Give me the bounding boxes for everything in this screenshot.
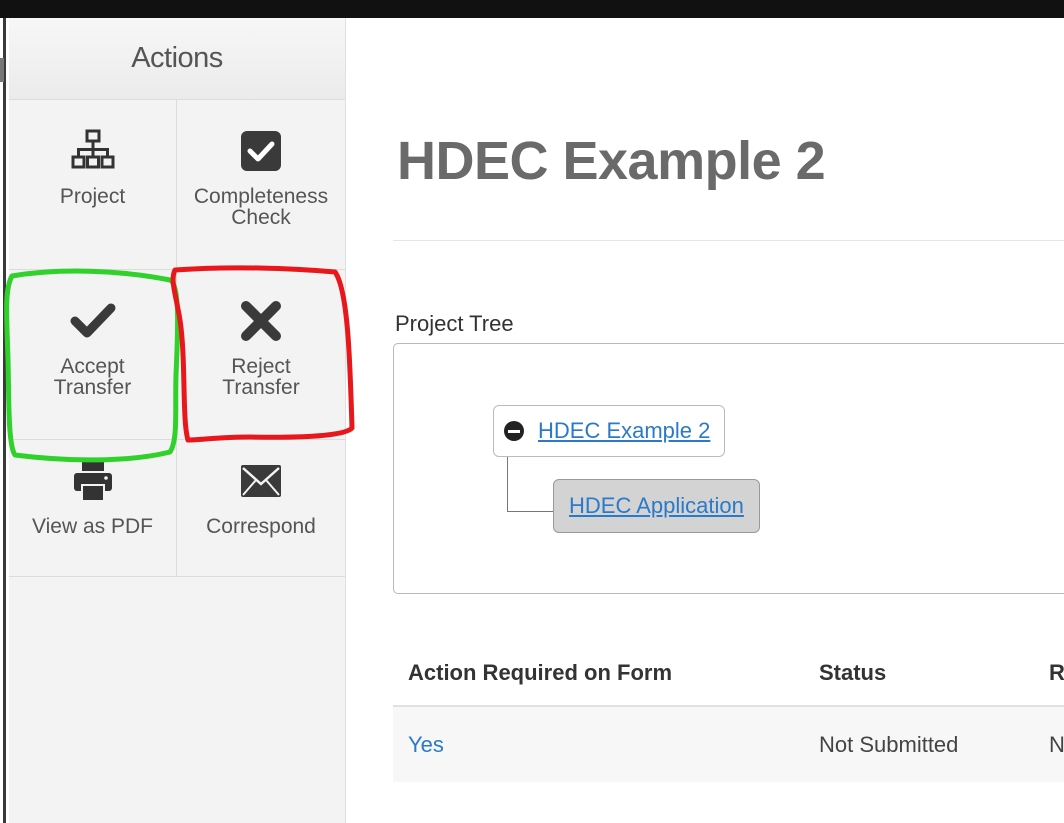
- completeness-label-line1: Completeness: [193, 185, 329, 208]
- reject-label-line2: Transfer: [222, 376, 300, 399]
- printer-icon: [70, 458, 116, 504]
- view-as-pdf-label: View as PDF: [32, 515, 153, 538]
- header-truncated: R: [1049, 659, 1064, 685]
- x-icon: [238, 298, 284, 344]
- completeness-label-line2: Check: [231, 206, 291, 229]
- actions-sidebar: Actions Project Completeness Check Accep…: [9, 18, 346, 823]
- completeness-check-button[interactable]: Completeness Check: [177, 100, 345, 270]
- accept-label-line2: Transfer: [53, 376, 132, 399]
- view-as-pdf-button[interactable]: View as PDF: [9, 440, 177, 576]
- accept-transfer-button[interactable]: Accept Transfer: [9, 270, 177, 440]
- header-action-required: Action Required on Form: [408, 659, 672, 685]
- action-required-value[interactable]: Yes: [408, 732, 444, 758]
- correspond-button[interactable]: Correspond: [177, 440, 345, 576]
- project-label: Project: [59, 185, 126, 208]
- checkbox-icon: [238, 128, 284, 174]
- actions-header: Actions: [9, 18, 345, 100]
- table-row: Yes Not Submitted N: [393, 707, 1064, 782]
- tree-node-child: HDEC Application: [553, 479, 760, 533]
- window-left-edge: [0, 18, 7, 823]
- check-icon: [70, 298, 116, 344]
- forms-table: Action Required on Form Status R Yes Not…: [393, 640, 1064, 782]
- project-tree-label: Project Tree: [395, 311, 514, 336]
- header-status: Status: [819, 659, 887, 685]
- sitemap-icon: [70, 128, 116, 174]
- window-edge-handle: [0, 58, 4, 82]
- page-title: HDEC Example 2: [397, 131, 826, 191]
- actions-grid: Project Completeness Check Accept Transf…: [9, 100, 345, 577]
- project-tree: HDEC Example 2 HDEC Application: [393, 343, 1064, 594]
- title-divider: [393, 240, 1064, 241]
- collapse-icon[interactable]: [504, 421, 524, 441]
- reject-label-line1: Reject: [231, 355, 291, 378]
- table-header: Action Required on Form Status R: [393, 640, 1064, 707]
- tree-child-link[interactable]: HDEC Application: [569, 493, 744, 519]
- truncated-value: N: [1049, 731, 1064, 757]
- envelope-icon: [238, 458, 284, 504]
- tree-root-link[interactable]: HDEC Example 2: [538, 418, 710, 444]
- status-value: Not Submitted: [819, 731, 959, 757]
- tree-node-root: HDEC Example 2: [493, 405, 726, 457]
- tree-connector-branch: [507, 511, 553, 512]
- window-border-line: [3, 18, 6, 823]
- project-action-button[interactable]: Project: [9, 100, 177, 270]
- top-bar: [0, 0, 1064, 18]
- correspond-label: Correspond: [206, 515, 316, 538]
- reject-transfer-button[interactable]: Reject Transfer: [177, 270, 345, 440]
- main-content: HDEC Example 2 Project Tree HDEC Example…: [346, 18, 1064, 823]
- tree-connector: [507, 457, 508, 511]
- accept-label-line1: Accept: [60, 355, 125, 378]
